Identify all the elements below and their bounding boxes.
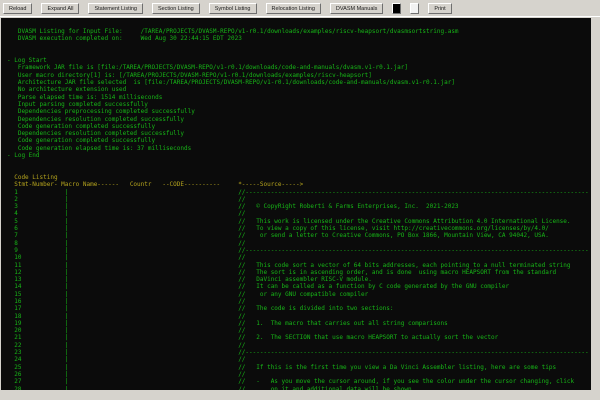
- terminal-line: DVASM Listing for Input File: /TAREA/PRO…: [7, 28, 589, 35]
- terminal-line: 19 | // 1. The macro that carries out al…: [7, 320, 589, 327]
- terminal-line: 13 | // DaVinci assembler RISC-V module.: [7, 276, 589, 283]
- terminal-line: Dependencies preprocessing completed suc…: [7, 108, 589, 115]
- terminal-line: Architecture JAR file selected is [file:…: [7, 79, 589, 86]
- terminal-line: Dependencies resolution completed succes…: [7, 116, 589, 123]
- terminal-line: Dependencies resolution completed succes…: [7, 130, 589, 137]
- toolbar-button-print[interactable]: Print: [428, 3, 451, 14]
- terminal-line: 24 | //: [7, 356, 589, 363]
- terminal-line: 18 | //: [7, 313, 589, 320]
- terminal-line: 12 | // The sort is in ascending order, …: [7, 269, 589, 276]
- terminal-line: DVASM execution completed on: Wed Aug 30…: [7, 35, 589, 42]
- terminal-line: 20 | //: [7, 327, 589, 334]
- terminal-line: 14 | // It can be called as a function b…: [7, 283, 589, 290]
- terminal-line: 17 | // The code is divided into two sec…: [7, 305, 589, 312]
- terminal-line: Input parsing completed successfully: [7, 101, 589, 108]
- toolbar: Reload Expand All Statement Listing Section…: [0, 0, 600, 17]
- terminal-text: DVASM Listing for Input File: /TAREA/PRO…: [7, 28, 589, 390]
- terminal-line: Code generation completed successfully: [7, 137, 589, 144]
- terminal-line: 5 | // This work is licensed under the C…: [7, 218, 589, 225]
- terminal-line: 25 | // If this is the first time you vi…: [7, 364, 589, 371]
- dvasm-listing-window: Reload Expand All Statement Listing Section…: [0, 0, 600, 400]
- terminal-line: 8 | //: [7, 240, 589, 247]
- terminal-line: 9 | //----------------------------------…: [7, 247, 589, 254]
- terminal-line: Framework JAR file is [file:/TAREA/PROJE…: [7, 64, 589, 71]
- terminal-line: [7, 50, 589, 57]
- toolbar-button-section-listing[interactable]: Section Listing: [152, 3, 200, 14]
- black-color-swatch-button[interactable]: [392, 3, 401, 14]
- terminal-line: 27 | // - As you move the cursor around,…: [7, 378, 589, 385]
- toolbar-button-dvasm-manuals[interactable]: DVASM Manuals: [330, 3, 383, 14]
- terminal-line: Stmt-Number- Macro Name------ Countr --C…: [7, 181, 589, 188]
- terminal-line: 11 | // This code sort a vector of 64 bi…: [7, 262, 589, 269]
- toolbar-button-reload[interactable]: Reload: [3, 3, 32, 14]
- terminal-line: 23 | //---------------------------------…: [7, 349, 589, 356]
- terminal-line: 10 | //: [7, 254, 589, 261]
- terminal-line: Parse elapsed time is: 1514 milliseconds: [7, 94, 589, 101]
- terminal-line: [7, 159, 589, 166]
- terminal-line: 22 | //: [7, 342, 589, 349]
- terminal-line: 21 | // 2. The SECTION that use macro HE…: [7, 334, 589, 341]
- terminal-line: 2 | //: [7, 196, 589, 203]
- terminal-line: [7, 167, 589, 174]
- terminal-line: 16 | //: [7, 298, 589, 305]
- terminal-line: 6 | // To view a copy of this license, v…: [7, 225, 589, 232]
- terminal-line: [7, 43, 589, 50]
- terminal-line: User macro directory[1] is: [/TAREA/PROJ…: [7, 72, 589, 79]
- terminal-line: Code generation elapsed time is: 37 mill…: [7, 145, 589, 152]
- terminal-line: 3 | // © CopyRight Roberti & Farms Enter…: [7, 203, 589, 210]
- terminal-line: - Log Start: [7, 57, 589, 64]
- terminal-line: - Log End: [7, 152, 589, 159]
- terminal-line: 28 | // on it and additional data will b…: [7, 386, 589, 390]
- terminal-line: 26 | //: [7, 371, 589, 378]
- terminal-line: Code generation completed successfully: [7, 123, 589, 130]
- terminal-line: No architecture extension used: [7, 86, 589, 93]
- toolbar-button-statement-listing[interactable]: Statement Listing: [88, 3, 143, 14]
- toolbar-button-expand-all[interactable]: Expand All: [41, 3, 79, 14]
- toolbar-button-symbol-listing[interactable]: Symbol Listing: [209, 3, 257, 14]
- terminal-line: Code Listing: [7, 174, 589, 181]
- toolbar-button-relocation-listing[interactable]: Relocation Listing: [266, 3, 321, 14]
- terminal-line: 4 | //: [7, 210, 589, 217]
- listing-screen: DVASM Listing for Input File: /TAREA/PRO…: [1, 18, 591, 390]
- white-color-swatch-button[interactable]: [410, 3, 419, 14]
- terminal-line: 7 | // or send a letter to Creative Comm…: [7, 232, 589, 239]
- terminal-line: 15 | // or any GNU compatible compiler: [7, 291, 589, 298]
- terminal-line: 1 | //----------------------------------…: [7, 189, 589, 196]
